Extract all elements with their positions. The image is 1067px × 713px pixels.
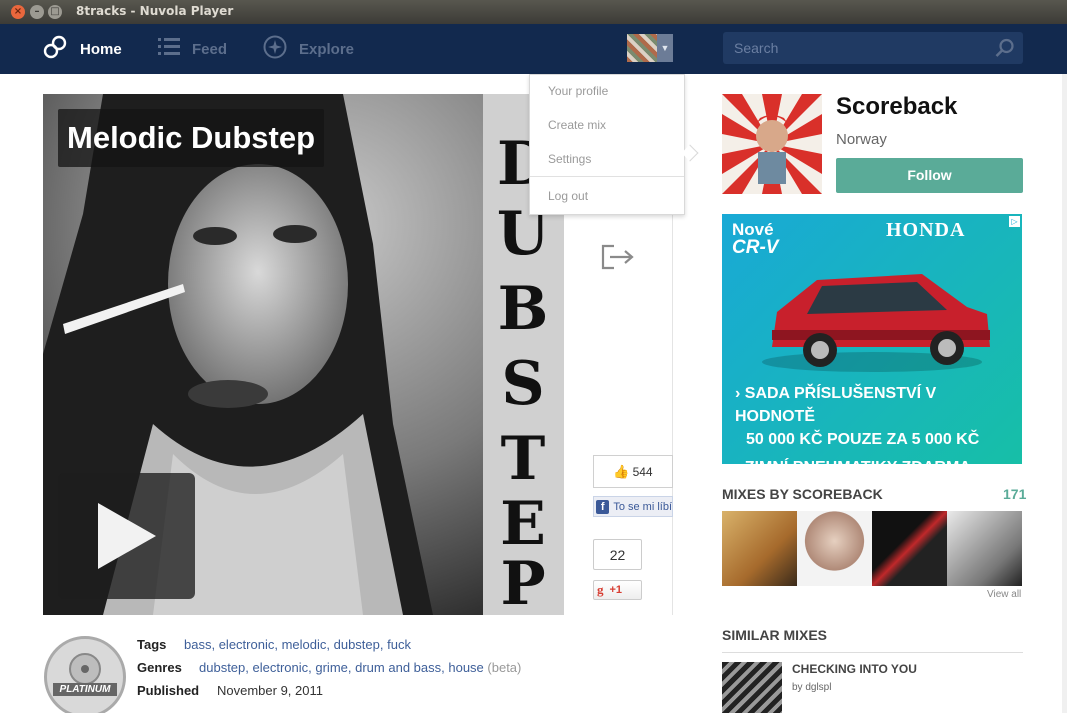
- menu-item-settings[interactable]: Settings: [548, 152, 591, 166]
- genre-link[interactable]: dubstep: [199, 660, 245, 675]
- tag-link[interactable]: dubstep: [334, 637, 380, 652]
- nav-explore-label: Explore: [299, 40, 355, 58]
- ad-info-icon[interactable]: ▷: [1009, 216, 1020, 227]
- search-box: [723, 32, 1023, 64]
- beta-label: (beta): [487, 660, 522, 675]
- tag-link[interactable]: fuck: [387, 637, 411, 652]
- minimize-window-button[interactable]: –: [30, 5, 44, 19]
- mixes-count[interactable]: 171: [1003, 486, 1026, 502]
- similar-mixes-title: SIMILAR MIXES: [722, 627, 828, 643]
- avatar: [627, 34, 657, 62]
- tags-row: Tags bass, electronic, melodic, dubstep,…: [137, 637, 411, 652]
- logout-share-icon[interactable]: [600, 243, 638, 276]
- nav-home[interactable]: Home: [42, 24, 122, 74]
- nav-feed[interactable]: Feed: [158, 24, 227, 74]
- scrollbar[interactable]: [1062, 74, 1067, 713]
- published-row: Published November 9, 2011: [137, 683, 323, 698]
- car-image: [762, 274, 990, 372]
- genre-link[interactable]: house: [448, 660, 483, 675]
- mix-title: Melodic Dubstep: [58, 109, 325, 167]
- play-button[interactable]: [58, 473, 195, 599]
- user-country: Norway: [836, 131, 887, 148]
- window-title: 8tracks - Nuvola Player: [76, 4, 234, 18]
- badge-label: PLATINUM: [59, 684, 111, 695]
- genres-list: dubstep, electronic, grime, drum and bas…: [199, 660, 522, 675]
- like-count: 544: [632, 464, 653, 479]
- mix-thumbnail[interactable]: [872, 511, 947, 586]
- ad-line-2: 50 000 KČ POUZE ZA 5 000 KČ: [746, 431, 980, 448]
- menu-item-log-out[interactable]: Log out: [548, 189, 588, 203]
- user-avatar[interactable]: [722, 94, 822, 194]
- gplus-count: 22: [593, 539, 642, 570]
- menu-item-create-mix[interactable]: Create mix: [548, 118, 606, 132]
- compass-icon: [263, 35, 287, 63]
- chevron-down-icon: ▼: [657, 34, 673, 62]
- tag-link[interactable]: bass: [184, 637, 211, 652]
- title-bar: × – □ 8tracks - Nuvola Player: [0, 0, 1067, 24]
- tags-list: bass, electronic, melodic, dubstep, fuck: [184, 637, 411, 652]
- top-nav: Home Feed Explore ▼: [0, 24, 1067, 74]
- mix-thumbnail[interactable]: [722, 511, 797, 586]
- window: × – □ 8tracks - Nuvola Player Home Feed …: [0, 0, 1067, 713]
- genre-link[interactable]: drum and bass: [355, 660, 441, 675]
- close-window-button[interactable]: ×: [11, 5, 25, 19]
- facebook-like-button[interactable]: f To se mi líbí: [593, 496, 673, 517]
- thumbs-up-icon: 👍: [613, 463, 630, 479]
- genre-link[interactable]: electronic: [253, 660, 309, 675]
- divider: [722, 652, 1023, 653]
- honda-advertisement[interactable]: ▷ Nové CR-V HONDA › SADA PŘÍSLUŠENSTVÍ V…: [722, 214, 1022, 464]
- play-icon: [98, 503, 156, 569]
- published-date: November 9, 2011: [217, 683, 323, 698]
- search-input[interactable]: [723, 32, 983, 64]
- nav-home-label: Home: [80, 40, 122, 58]
- ad-line-1: › SADA PŘÍSLUŠENSTVÍ V HODNOTĚ: [735, 385, 937, 425]
- nav-explore[interactable]: Explore: [263, 24, 354, 74]
- genre-link[interactable]: grime: [315, 660, 348, 675]
- ad-line-3: › ZIMNÍ PNEUMATIKY ZDARMA: [735, 456, 1020, 464]
- mix-thumbnail[interactable]: [947, 511, 1022, 586]
- list-icon: [158, 37, 180, 61]
- platinum-badge: PLATINUM: [44, 636, 126, 713]
- gplus-button[interactable]: g +1: [593, 580, 642, 600]
- svg-text:T: T: [501, 424, 546, 494]
- follow-button[interactable]: Follow: [836, 158, 1023, 193]
- menu-divider: [530, 176, 684, 177]
- similar-mix-title[interactable]: CHECKING INTO YOU: [792, 662, 917, 676]
- similar-mix-author[interactable]: by dglspl: [792, 682, 831, 693]
- maximize-window-button[interactable]: □: [48, 5, 62, 19]
- search-icon[interactable]: [995, 38, 1015, 63]
- user-name[interactable]: Scoreback: [836, 93, 957, 121]
- facebook-icon: f: [596, 499, 610, 514]
- genres-label: Genres: [137, 660, 182, 675]
- user-menu-button[interactable]: ▼: [627, 34, 673, 62]
- tag-link[interactable]: electronic: [219, 637, 275, 652]
- tags-label: Tags: [137, 637, 167, 652]
- mix-thumbnail[interactable]: [797, 511, 872, 586]
- nav-feed-label: Feed: [192, 40, 228, 58]
- facebook-like-count: 👍 544: [593, 455, 673, 488]
- user-dropdown-menu: Your profile Create mix Settings Log out: [529, 74, 699, 215]
- menu-item-your-profile[interactable]: Your profile: [548, 84, 608, 98]
- facebook-like-label: To se mi líbí: [613, 500, 672, 513]
- 8tracks-logo-icon: [42, 34, 68, 64]
- view-all-link[interactable]: View all: [987, 589, 1021, 600]
- svg-text:B: B: [498, 274, 549, 344]
- genres-row: Genres dubstep, electronic, grime, drum …: [137, 660, 521, 675]
- svg-text:P: P: [500, 549, 545, 615]
- svg-text:S: S: [501, 349, 544, 419]
- honda-logo: HONDA: [886, 219, 966, 241]
- similar-mix-thumbnail[interactable]: [722, 662, 782, 713]
- tag-link[interactable]: melodic: [282, 637, 327, 652]
- google-icon: g: [597, 582, 604, 597]
- published-label: Published: [137, 683, 200, 698]
- mixes-by-title: MIXES BY SCOREBACK: [722, 486, 883, 502]
- gplus-label: +1: [609, 584, 623, 596]
